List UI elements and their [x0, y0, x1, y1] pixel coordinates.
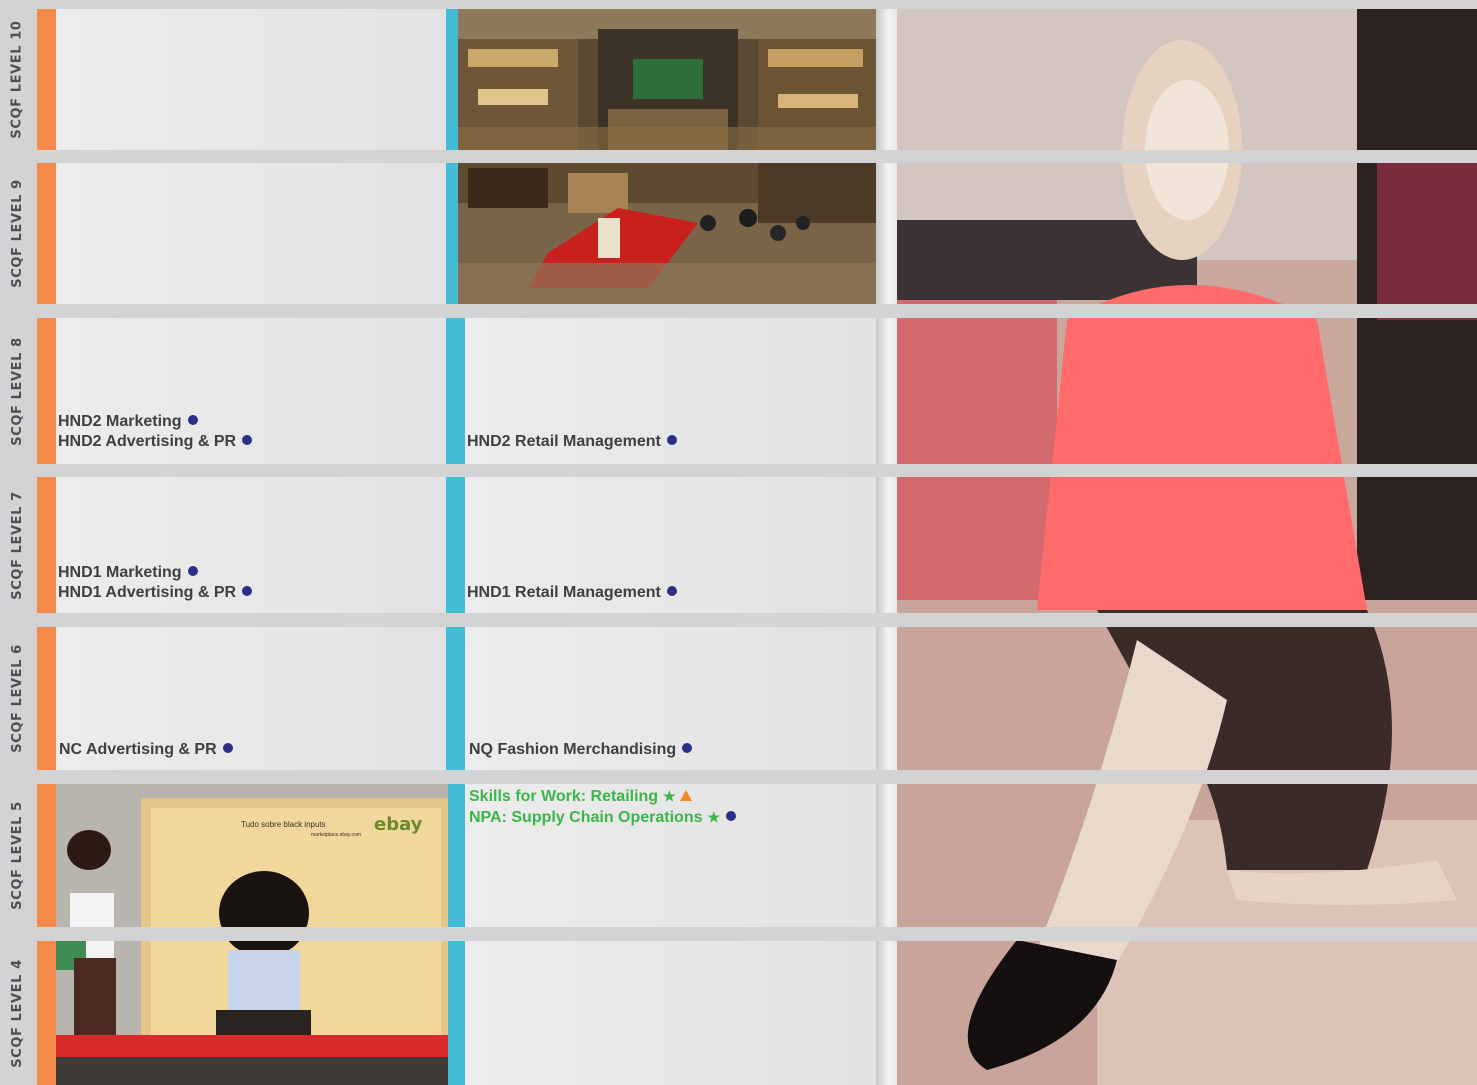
column-a-cell: [56, 9, 446, 150]
mannequin-photo-slice: [897, 163, 1477, 304]
blue-dot-icon: [682, 743, 693, 753]
column-a-cell: HND1 Marketing HND1 Advertising & PR: [56, 477, 446, 613]
cyan-stripe: [446, 941, 465, 1085]
course-hnd2-marketing: HND2 Marketing: [58, 412, 252, 432]
column-a-cell: [56, 163, 446, 304]
cyan-stripe: [446, 318, 465, 464]
course-skills-for-work-retailing: Skills for Work: Retailing ★: [469, 786, 736, 807]
cyan-stripe: [446, 784, 465, 927]
column-b-cell: HND1 Retail Management: [465, 477, 876, 613]
orange-stripe: [37, 163, 56, 304]
mannequin-photo-slice: [897, 627, 1477, 770]
level-label: SCQF LEVEL 5: [9, 801, 25, 910]
orange-stripe: [37, 627, 56, 770]
level-label: SCQF LEVEL 10: [9, 20, 25, 139]
mannequin-photo-slice: [897, 941, 1477, 1085]
level-label: SCQF LEVEL 7: [9, 490, 25, 600]
column-gap: [876, 318, 897, 464]
column-b-cell: HND2 Retail Management: [465, 318, 876, 464]
star-icon: ★: [663, 788, 676, 804]
blue-dot-icon: [666, 435, 677, 445]
mall-photo-top: [458, 9, 876, 150]
orange-stripe: [37, 477, 56, 613]
triangle-icon: [679, 790, 692, 801]
course-hnd1-retail-management: HND1 Retail Management: [467, 583, 677, 603]
column-gap: [876, 477, 897, 613]
blue-dot-icon: [242, 435, 253, 445]
mannequin-photo-slice: [897, 477, 1477, 613]
mannequin-photo-slice: [897, 9, 1477, 150]
level-label: SCQF LEVEL 4: [9, 958, 25, 1068]
mannequin-photo-slice: [897, 784, 1477, 927]
column-a-cell: HND2 Marketing HND2 Advertising & PR: [56, 318, 446, 464]
course-hnd1-marketing: HND1 Marketing: [58, 563, 252, 583]
billboard-photo-bottom: [56, 941, 448, 1085]
course-hnd2-advertising-pr: HND2 Advertising & PR: [58, 432, 253, 452]
column-gap: [876, 941, 897, 1085]
billboard-text: Tudo sobre black inputs: [241, 820, 326, 829]
mannequin-photo-slice: [897, 318, 1477, 464]
course-nq-fashion-merchandising: NQ Fashion Merchandising: [469, 740, 693, 760]
blue-dot-icon: [726, 811, 737, 821]
column-a-cell: NC Advertising & PR: [56, 627, 446, 770]
level-label: SCQF LEVEL 8: [9, 336, 25, 446]
column-gap: [876, 784, 897, 927]
cyan-stripe: [446, 477, 465, 613]
orange-stripe: [37, 784, 56, 927]
orange-stripe: [37, 941, 56, 1085]
ebay-logo: ebay: [374, 814, 423, 835]
blue-dot-icon: [242, 586, 253, 596]
billboard-small-text: marketplace.ebay.com: [311, 832, 361, 838]
orange-stripe: [37, 9, 56, 150]
column-b-cell: Skills for Work: Retailing ★ NPA: Supply …: [465, 784, 876, 927]
column-gap: [876, 163, 897, 304]
blue-dot-icon: [222, 743, 233, 753]
course-npa-supply-chain-operations: NPA: Supply Chain Operations ★: [469, 807, 737, 828]
course-hnd2-retail-management: HND2 Retail Management: [467, 432, 677, 452]
blue-dot-icon: [187, 566, 198, 576]
level-label: SCQF LEVEL 9: [9, 179, 25, 288]
star-icon: ★: [707, 809, 721, 825]
cyan-stripe: [446, 627, 465, 770]
blue-dot-icon: [187, 415, 198, 425]
billboard-photo-top: Tudo sobre black inputs marketplace.ebay…: [56, 784, 448, 927]
blue-dot-icon: [666, 586, 677, 596]
course-hnd1-advertising-pr: HND1 Advertising & PR: [58, 583, 253, 603]
level-label: SCQF LEVEL 6: [9, 644, 25, 753]
column-gap: [876, 9, 897, 150]
column-b-cell: NQ Fashion Merchandising: [465, 627, 876, 770]
mall-photo-bottom: [458, 163, 876, 304]
column-b-cell: [465, 941, 876, 1085]
orange-stripe: [37, 318, 56, 464]
course-nc-advertising-pr: NC Advertising & PR: [59, 740, 233, 760]
column-gap: [876, 627, 897, 770]
